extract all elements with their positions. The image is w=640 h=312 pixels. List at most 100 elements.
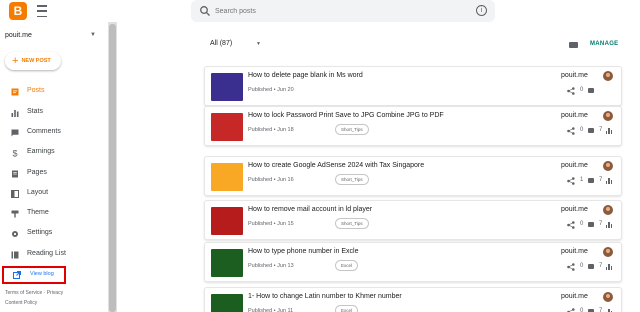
sidebar-item-label: Posts (27, 87, 45, 94)
avatar (603, 247, 613, 257)
new-post-button[interactable]: + NEW POST (5, 52, 61, 70)
post-status: Published • Jun 18 (248, 127, 294, 133)
comment-count: 1 (580, 177, 584, 183)
earnings-icon: $ (13, 149, 18, 157)
post-row[interactable]: How to lock Password Print Save to JPG C… (204, 106, 622, 146)
avatar (603, 71, 613, 81)
blogger-logo[interactable]: B (9, 2, 27, 20)
layout-icon (11, 190, 19, 198)
view-count: 7 (599, 221, 603, 227)
post-author: pouit.me (561, 72, 588, 79)
sidebar-item-pages[interactable]: Pages (0, 166, 108, 182)
manage-labels-button[interactable]: MANAGE (590, 41, 618, 47)
stats-icon (606, 263, 612, 270)
post-thumbnail (211, 73, 243, 101)
stats-icon (606, 308, 612, 312)
post-title[interactable]: How to create Google AdSense 2024 with T… (248, 162, 424, 169)
post-title[interactable]: How to type phone number in Excle (248, 248, 359, 255)
sidebar-item-label: Earnings (27, 148, 55, 155)
blog-selector[interactable]: pouit.me (5, 32, 32, 39)
stats-icon (606, 221, 612, 228)
blog-selector-chevron-down-icon[interactable]: ▼ (90, 32, 96, 38)
content-policy-link[interactable]: Content Policy (5, 300, 37, 306)
post-title[interactable]: How to lock Password Print Save to JPG C… (248, 112, 444, 119)
sidebar-item-earnings[interactable]: $ Earnings (0, 145, 108, 161)
post-row[interactable]: How to create Google AdSense 2024 with T… (204, 156, 622, 196)
sidebar-item-label: Pages (27, 169, 47, 176)
sidebar-item-settings[interactable]: Settings (0, 226, 108, 242)
post-label-chip[interactable]: Short_Tips (335, 124, 369, 135)
comment-icon (588, 88, 594, 93)
chevron-down-icon[interactable]: ▼ (256, 41, 261, 47)
search-bar[interactable]: i (191, 0, 495, 22)
view-blog-link[interactable]: View blog (2, 266, 66, 284)
post-author: pouit.me (561, 206, 588, 213)
view-count: 7 (599, 127, 603, 133)
sidebar-item-layout[interactable]: Layout (0, 186, 108, 202)
post-row[interactable]: How to delete page blank in Ms word Publi… (204, 66, 622, 106)
post-label-chip[interactable]: Excel (335, 305, 359, 312)
share-icon[interactable] (567, 177, 575, 185)
comment-icon (588, 128, 594, 133)
post-row[interactable]: 1- How to change Latin number to Khmer n… (204, 287, 622, 312)
hamburger-menu-icon[interactable] (37, 5, 47, 17)
post-status: Published • Jun 11 (248, 308, 294, 312)
help-icon[interactable]: i (476, 5, 487, 16)
sidebar-item-label: Comments (27, 128, 61, 135)
post-author: pouit.me (561, 112, 588, 119)
sidebar-item-label: Theme (27, 209, 49, 216)
stats-icon (606, 127, 612, 134)
post-label-chip[interactable]: Short_Tips (335, 174, 369, 185)
privacy-link[interactable]: Privacy (47, 290, 63, 296)
sidebar-scrollbar[interactable] (109, 24, 116, 312)
post-filter-dropdown[interactable]: All (87) (210, 40, 232, 47)
footer-links: Terms of Service · Privacy Content Polic… (5, 288, 105, 308)
sidebar-item-label: Settings (27, 229, 53, 236)
post-title[interactable]: 1- How to change Latin number to Khmer n… (248, 293, 402, 300)
avatar (603, 205, 613, 215)
post-status: Published • Jun 13 (248, 263, 294, 269)
post-status: Published • Jun 15 (248, 221, 294, 227)
share-icon[interactable] (567, 308, 575, 312)
label-icon[interactable] (569, 42, 578, 48)
post-title[interactable]: How to delete page blank in Ms word (248, 72, 363, 79)
post-author: pouit.me (561, 293, 588, 300)
gear-icon (12, 231, 18, 237)
post-label-chip[interactable]: Excel (335, 260, 359, 271)
sidebar-item-reading-list[interactable]: Reading List (0, 247, 108, 263)
sidebar-item-comments[interactable]: Comments (0, 125, 108, 141)
post-label-chip[interactable]: Short_Tips (335, 218, 369, 229)
share-icon[interactable] (567, 87, 575, 95)
comment-icon (588, 222, 594, 227)
share-icon[interactable] (567, 221, 575, 229)
footer-separator: · (43, 290, 46, 296)
post-row[interactable]: How to type phone number in Excle Publish… (204, 242, 622, 282)
share-icon[interactable] (567, 263, 575, 271)
post-row[interactable]: How to remove mail account in ld player P… (204, 200, 622, 240)
view-count: 7 (599, 263, 603, 269)
post-author: pouit.me (561, 162, 588, 169)
search-input[interactable] (215, 3, 455, 19)
comment-count: 0 (580, 87, 584, 93)
comment-count: 0 (580, 127, 584, 133)
avatar (603, 111, 613, 121)
sidebar-item-theme[interactable]: Theme (0, 206, 108, 222)
sidebar-item-posts[interactable]: Posts (0, 84, 108, 100)
search-icon (200, 6, 210, 16)
post-thumbnail (211, 207, 243, 235)
terms-link[interactable]: Terms of Service (5, 290, 42, 296)
posts-icon (11, 88, 19, 96)
top-bar: B i (0, 0, 640, 22)
sidebar-item-stats[interactable]: Stats (0, 105, 108, 121)
post-thumbnail (211, 113, 243, 141)
view-count: 7 (599, 308, 603, 312)
share-icon[interactable] (567, 127, 575, 135)
sidebar: pouit.me ▼ + NEW POST Posts Stats Commen… (0, 22, 108, 312)
post-title[interactable]: How to remove mail account in ld player (248, 206, 372, 213)
theme-icon (11, 210, 19, 218)
avatar (603, 161, 613, 171)
stats-icon (11, 110, 19, 117)
comment-count: 0 (580, 221, 584, 227)
sidebar-item-label: Stats (27, 108, 43, 115)
post-status: Published • Jun 16 (248, 177, 294, 183)
